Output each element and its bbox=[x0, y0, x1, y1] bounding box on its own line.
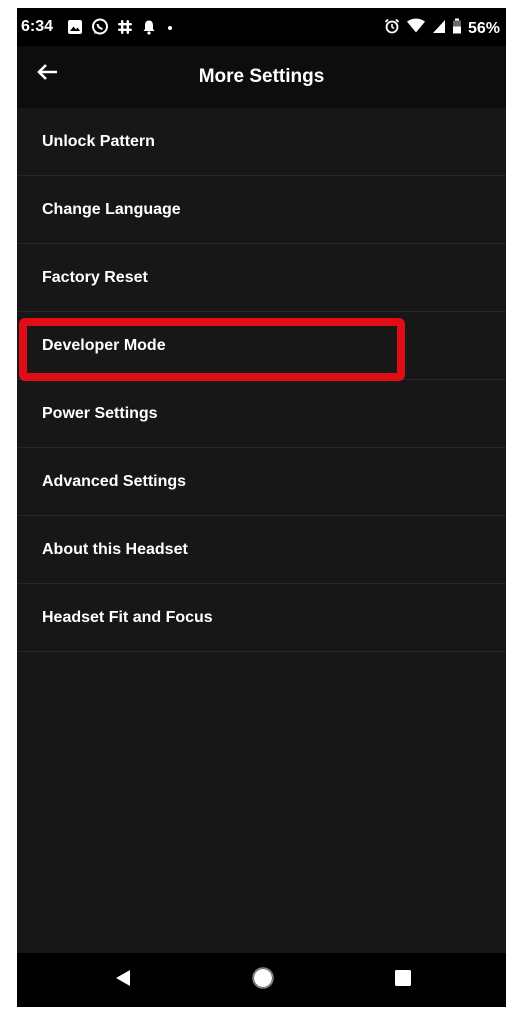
signal-icon bbox=[432, 18, 446, 39]
nav-home-button[interactable] bbox=[233, 953, 293, 1007]
alarm-icon bbox=[384, 18, 400, 39]
recents-square-icon bbox=[393, 968, 413, 993]
battery-percent: 56% bbox=[467, 19, 500, 37]
settings-item-about-headset[interactable]: About this Headset bbox=[17, 516, 506, 584]
back-triangle-icon bbox=[113, 968, 133, 993]
status-notification-icons bbox=[67, 18, 175, 41]
dot-icon bbox=[165, 19, 175, 40]
settings-item-headset-fit-focus[interactable]: Headset Fit and Focus bbox=[17, 584, 506, 652]
battery-icon bbox=[452, 18, 462, 39]
image-icon bbox=[67, 19, 83, 40]
slack-icon bbox=[117, 19, 133, 40]
settings-item-factory-reset[interactable]: Factory Reset bbox=[17, 244, 506, 312]
wifi-icon bbox=[406, 18, 426, 39]
settings-item-advanced-settings[interactable]: Advanced Settings bbox=[17, 448, 506, 516]
nav-recents-button[interactable] bbox=[373, 953, 433, 1007]
app-bar: More Settings bbox=[17, 46, 506, 108]
navigation-bar bbox=[17, 953, 506, 1007]
settings-item-change-language[interactable]: Change Language bbox=[17, 176, 506, 244]
whatsapp-icon bbox=[91, 18, 109, 41]
nav-back-button[interactable] bbox=[93, 953, 153, 1007]
settings-item-power-settings[interactable]: Power Settings bbox=[17, 380, 506, 448]
settings-item-unlock-pattern[interactable]: Unlock Pattern bbox=[17, 108, 506, 176]
settings-list: Unlock Pattern Change Language Factory R… bbox=[17, 108, 506, 652]
home-circle-icon bbox=[251, 966, 275, 995]
notification-icon bbox=[141, 19, 157, 40]
status-time: 6:34 bbox=[21, 18, 54, 35]
settings-item-developer-mode[interactable]: Developer Mode bbox=[17, 312, 506, 380]
phone-screen: 6:34 56% More Settings Unlock Pattern Ch… bbox=[17, 8, 506, 1007]
status-system-icons: 56% bbox=[384, 18, 500, 39]
page-title: More Settings bbox=[198, 66, 325, 87]
status-bar: 6:34 56% bbox=[17, 8, 506, 46]
